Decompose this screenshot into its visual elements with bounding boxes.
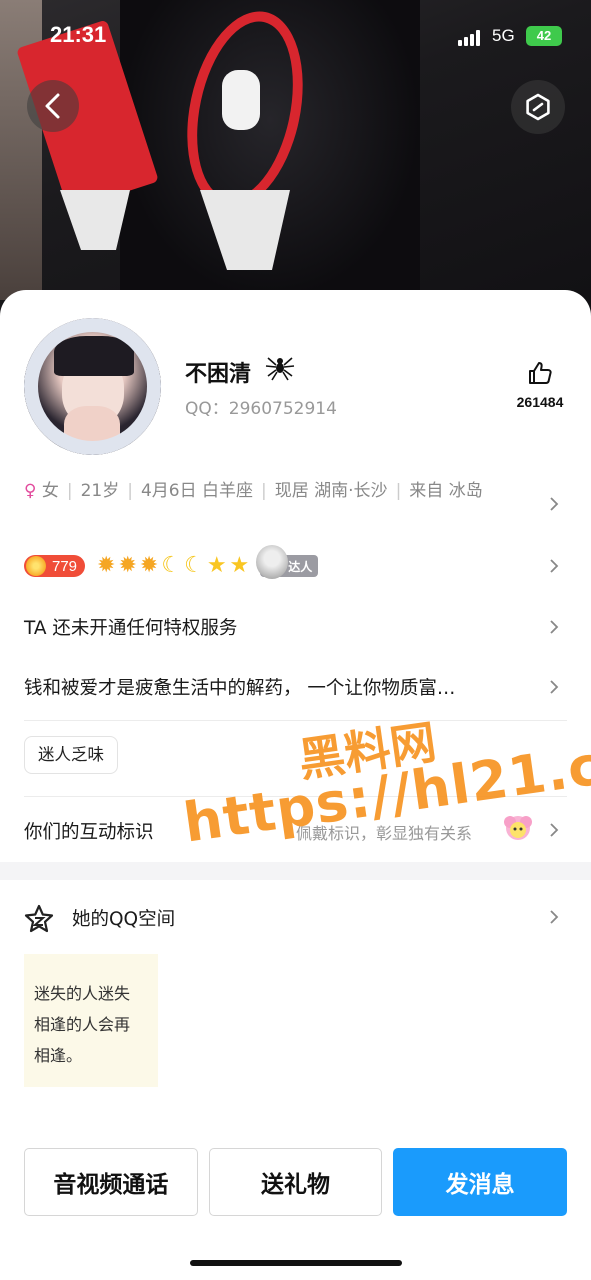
hexagon-icon (526, 93, 550, 121)
qzone-title[interactable]: 她的QQ空间 (72, 905, 175, 931)
expert-badge: 达人 (256, 545, 319, 579)
chevron-right-icon (550, 620, 559, 634)
network-type: 5G (492, 26, 515, 45)
home-indicator[interactable] (190, 1260, 402, 1266)
star-icon: ★ (229, 553, 250, 578)
star-icon: ★ (206, 553, 227, 578)
sun-icon: ✹ (139, 553, 159, 578)
location: 现居 湖南·长沙 (274, 481, 388, 501)
battery-level: 42 (536, 28, 552, 43)
spider-icon (265, 357, 295, 381)
sun-icon: ✹ (118, 553, 137, 578)
level-row[interactable]: 779 ✹ ✹ ✹ ☾ ☾ ★ ★ 达人 (24, 545, 319, 579)
signature-text: 钱和被爱才是疲惫生活中的解药， 一个让你物质富… (24, 678, 456, 699)
moon-icon: ☾ (161, 553, 182, 578)
basic-info-row[interactable]: ♀ 女 | 21岁 | 4月6日 白羊座 | 现居 湖南·长沙 | 来自 冰岛 (24, 478, 524, 504)
send-message-button[interactable]: 发消息 (393, 1148, 568, 1216)
divider (24, 720, 567, 721)
expert-badge-label: 达人 (288, 559, 313, 574)
level-icons: ✹ ✹ ✹ ☾ ☾ ★ ★ (97, 554, 252, 578)
divider (24, 796, 567, 797)
qzone-post-line: 相逢的人会再 (34, 1015, 131, 1034)
moon-icon: ☾ (184, 553, 204, 578)
section-gap (0, 862, 591, 880)
birthday: 4月6日 白羊座 (140, 481, 254, 501)
profile-page: 21:31 5G 42 不困清 QQ：2960752914 261484 ♀ 女… (0, 0, 591, 1280)
gender: 女 (41, 481, 59, 501)
battery-icon: 42 (526, 26, 562, 46)
level-value: 779 (52, 557, 78, 575)
like-button[interactable]: 261484 (505, 360, 575, 410)
chevron-right-icon (550, 680, 559, 694)
flower-mascot-icon (504, 816, 532, 840)
back-button[interactable] (27, 80, 79, 132)
thumbs-up-icon (529, 362, 552, 384)
star-outline-icon (24, 904, 54, 933)
signal-icon (458, 30, 482, 46)
chevron-right-icon (550, 823, 559, 837)
level-badge: 779 (24, 555, 86, 577)
age: 21岁 (80, 481, 120, 501)
avatar[interactable] (24, 318, 161, 455)
chevron-right-icon (550, 497, 559, 511)
like-count: 261484 (516, 394, 564, 410)
qzone-post-card[interactable]: 迷失的人迷失 相逢的人会再 相逢。 (24, 954, 158, 1087)
status-time: 21:31 (50, 22, 107, 47)
chevron-right-icon (550, 910, 559, 924)
profile-card: 不困清 QQ：2960752914 261484 ♀ 女 | 21岁 | 4月6日 白羊… (0, 290, 591, 1280)
female-icon: ♀ (24, 481, 37, 501)
interaction-title: 你们的互动标识 (24, 822, 154, 843)
send-gift-button[interactable]: 送礼物 (208, 1148, 383, 1216)
nickname: 不困清 (185, 362, 252, 387)
more-options-button[interactable] (511, 80, 565, 134)
chevron-right-icon (550, 559, 559, 573)
sun-icon: ✹ (97, 553, 116, 578)
qzone-post-line: 迷失的人迷失 (34, 984, 131, 1003)
status-bar: 21:31 5G 42 (0, 22, 591, 56)
hometown: 来自 冰岛 (409, 481, 483, 501)
vip-row[interactable]: TA 还未开通任何特权服务 (24, 614, 524, 640)
signature-row[interactable]: 钱和被爱才是疲惫生活中的解药， 一个让你物质富… (24, 674, 534, 700)
qzone-post-line: 相逢。 (34, 1046, 83, 1065)
profile-tag[interactable]: 迷人乏味 (24, 736, 118, 774)
video-call-button[interactable]: 音视频通话 (24, 1148, 198, 1216)
qq-number: QQ：2960752914 (185, 399, 337, 419)
chevron-left-icon (45, 93, 60, 119)
interaction-hint: 佩戴标识，彰显独有关系 (296, 824, 473, 843)
action-bar: 音视频通话 送礼物 发消息 (24, 1148, 568, 1216)
interaction-row[interactable]: 你们的互动标识 (24, 818, 284, 844)
vip-status: TA 还未开通任何特权服务 (24, 618, 238, 639)
